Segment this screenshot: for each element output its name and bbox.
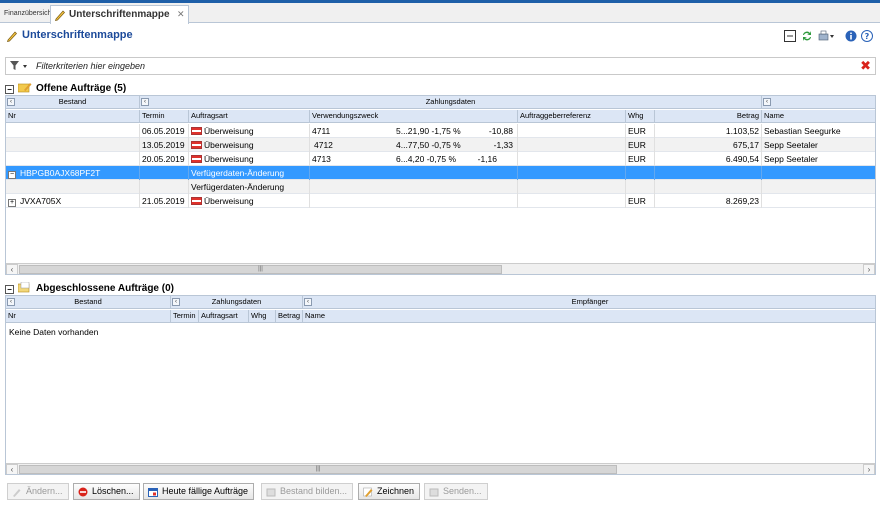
expand-group-icon[interactable]: ‹ xyxy=(763,98,771,106)
due-today-button[interactable]: Heute fällige Aufträge xyxy=(143,483,255,500)
expand-row-icon[interactable]: + xyxy=(8,199,16,207)
col-auftraggeberreferenz[interactable]: Auftraggeberreferenz xyxy=(518,110,626,123)
collapse-icon[interactable]: − xyxy=(5,285,14,294)
stack-icon xyxy=(266,488,276,497)
col-nr[interactable]: Nr xyxy=(6,310,171,323)
group-header-empfaenger: ‹ Empfänger xyxy=(303,296,875,309)
scroll-right-icon[interactable]: › xyxy=(863,464,875,474)
page-title: Unterschriftenmappe xyxy=(6,29,133,42)
expand-group-icon[interactable]: ‹ xyxy=(7,298,15,306)
expand-group-icon[interactable]: ‹ xyxy=(7,98,15,106)
tab-unterschriftenmappe[interactable]: Unterschriftenmappe ✕ xyxy=(50,5,189,24)
collapse-icon[interactable]: − xyxy=(5,85,14,94)
closed-orders-header[interactable]: − Abgeschlossene Aufträge (0) xyxy=(5,282,174,294)
folder-pen-icon xyxy=(18,83,32,93)
help-icon[interactable]: ? xyxy=(861,30,873,42)
open-orders-header[interactable]: − Offene Aufträge (5) xyxy=(5,82,126,94)
table-row-selected[interactable]: − HBPGB0AJX68PF2T Verfügerdaten-Änderung xyxy=(6,166,875,180)
column-header-row: Nr Termin Auftragsart Whg Betrag Name xyxy=(6,310,875,323)
col-termin[interactable]: Termin xyxy=(140,110,189,123)
col-nr[interactable]: Nr xyxy=(6,110,140,123)
expand-group-icon[interactable]: ‹ xyxy=(141,98,149,106)
delete-button[interactable]: Löschen... xyxy=(73,483,140,500)
col-auftragsart[interactable]: Auftragsart xyxy=(199,310,249,323)
edit-button[interactable]: Ändern... xyxy=(7,483,69,500)
sign-pen-icon xyxy=(363,487,373,497)
expand-group-icon[interactable]: ‹ xyxy=(304,298,312,306)
build-stock-button[interactable]: Bestand bilden... xyxy=(261,483,354,500)
funnel-icon[interactable] xyxy=(10,61,30,71)
scroll-right-icon[interactable]: › xyxy=(863,264,875,274)
group-header-bestand: ‹ Bestand xyxy=(6,296,171,309)
open-orders-title: Offene Aufträge (5) xyxy=(36,83,127,94)
filter-input[interactable]: Filterkriterien hier eingeben xyxy=(36,61,145,71)
group-header-zahlungsdaten: ‹ Zahlungsdaten xyxy=(171,296,303,309)
scroll-left-icon[interactable]: ‹ xyxy=(6,264,18,274)
scroll-thumb[interactable]: ||| xyxy=(19,265,502,274)
group-header-row: ‹ Bestand ‹ Zahlungsdaten ‹ Empfänger xyxy=(6,296,875,309)
group-header-bestand: ‹ Bestand xyxy=(6,96,140,109)
close-tab-icon[interactable]: ✕ xyxy=(177,6,185,23)
pen-icon xyxy=(13,489,21,497)
info-icon[interactable] xyxy=(845,30,857,42)
delete-icon xyxy=(78,487,88,497)
collapse-row-icon[interactable]: − xyxy=(8,171,16,179)
col-whg[interactable]: Whg xyxy=(626,110,655,123)
open-orders-grid: ‹ Bestand ‹ Zahlungsdaten ‹ Nr Termin Auft… xyxy=(5,95,876,275)
group-header-row: ‹ Bestand ‹ Zahlungsdaten ‹ xyxy=(6,96,875,109)
table-row[interactable]: 06.05.2019 Überweisung 4711 5...21,90 -1,… xyxy=(6,124,875,138)
filter-bar: Filterkriterien hier eingeben ✖ xyxy=(5,57,876,75)
col-betrag[interactable]: Betrag xyxy=(655,110,762,123)
fullscreen-icon[interactable] xyxy=(784,30,796,42)
column-header-row: Nr Termin Auftragsart Verwendungszweck A… xyxy=(6,110,875,123)
col-betrag[interactable]: Betrag xyxy=(276,310,303,323)
svg-text:?: ? xyxy=(865,32,870,41)
print-icon[interactable] xyxy=(818,30,834,42)
closed-orders-grid: ‹ Bestand ‹ Zahlungsdaten ‹ Empfänger Nr Te… xyxy=(5,295,876,475)
clear-filter-icon[interactable]: ✖ xyxy=(860,59,871,73)
group-header-zahlungsdaten: ‹ Zahlungsdaten xyxy=(140,96,762,109)
col-termin[interactable]: Termin xyxy=(171,310,199,323)
calendar-icon xyxy=(148,488,158,497)
austria-flag-icon xyxy=(191,141,202,149)
austria-flag-icon xyxy=(191,155,202,163)
table-row[interactable]: 13.05.2019 Überweisung 4712 4...77,50 -0,… xyxy=(6,138,875,152)
col-whg[interactable]: Whg xyxy=(249,310,276,323)
austria-flag-icon xyxy=(191,197,202,205)
refresh-icon[interactable] xyxy=(801,30,813,42)
expand-group-icon[interactable]: ‹ xyxy=(172,298,180,306)
tab-strip: Finanzübersicht Unterschriftenmappe ✕ xyxy=(0,3,880,24)
austria-flag-icon xyxy=(191,127,202,135)
page-title-text: Unterschriftenmappe xyxy=(22,29,133,41)
pen-icon xyxy=(6,31,17,42)
pen-icon xyxy=(54,10,65,21)
folder-icon xyxy=(18,282,30,293)
col-name[interactable]: Name xyxy=(303,310,875,323)
sign-button[interactable]: Zeichnen xyxy=(358,483,421,500)
table-row[interactable]: 20.05.2019 Überweisung 4713 6...4,20 -0,7… xyxy=(6,152,875,166)
col-verwendungszweck[interactable]: Verwendungszweck xyxy=(310,110,518,123)
col-auftragsart[interactable]: Auftragsart xyxy=(189,110,310,123)
send-icon xyxy=(429,488,439,497)
horizontal-scrollbar[interactable]: ‹ ||| › xyxy=(6,263,875,274)
col-name[interactable]: Name xyxy=(762,110,875,123)
table-row[interactable]: + JVXA705X 21.05.2019 Überweisung EUR 8.2… xyxy=(6,194,875,208)
group-header-empfaenger: ‹ xyxy=(762,96,875,109)
closed-orders-title: Abgeschlossene Aufträge (0) xyxy=(36,283,174,294)
tab-label: Unterschriftenmappe xyxy=(69,9,170,20)
empty-message: Keine Daten vorhanden xyxy=(9,327,99,337)
scroll-thumb[interactable]: ||| xyxy=(19,465,617,474)
send-button[interactable]: Senden... xyxy=(424,483,488,500)
table-row[interactable]: Verfügerdaten-Änderung xyxy=(6,180,875,194)
horizontal-scrollbar[interactable]: ‹ ||| › xyxy=(6,463,875,474)
scroll-left-icon[interactable]: ‹ xyxy=(6,464,18,474)
